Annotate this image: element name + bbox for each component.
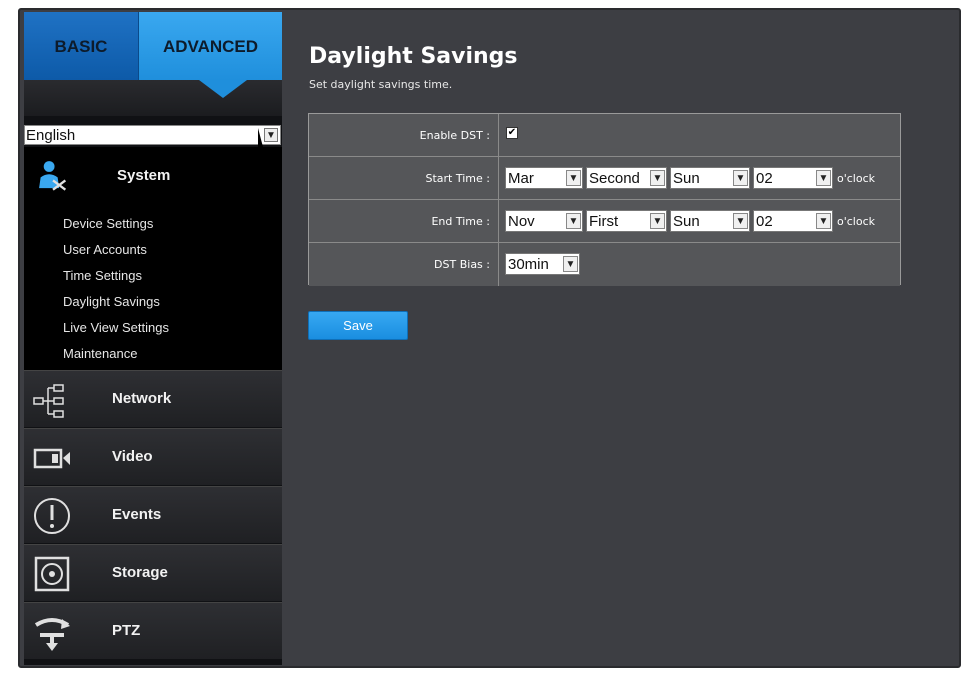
sidebar-label-events: Events — [112, 506, 162, 523]
start-hour-select[interactable]: 02 ▼ — [753, 167, 833, 189]
row-enable-dst: Enable DST : ✔ — [309, 114, 900, 157]
video-camera-icon — [33, 448, 70, 469]
chevron-down-icon: ▼ — [650, 213, 665, 229]
sidebar-item-video[interactable]: Video — [24, 428, 282, 485]
save-button[interactable]: Save — [308, 311, 408, 340]
start-hour-value: 02 — [756, 169, 773, 187]
network-tree-icon — [33, 384, 64, 418]
chevron-down-icon: ▼ — [563, 256, 578, 272]
chevron-down-icon: ▼ — [566, 170, 581, 186]
end-hour-value: 02 — [756, 212, 773, 230]
chevron-down-icon: ▼ — [733, 213, 748, 229]
sidebar-item-storage[interactable]: Storage — [24, 544, 282, 601]
sidebar-item-events[interactable]: Events — [24, 486, 282, 543]
active-section-pointer — [258, 128, 268, 204]
sidebar-item-network[interactable]: Network — [24, 370, 282, 427]
sidebar-label-network: Network — [112, 390, 172, 407]
start-time-label: Start Time : — [309, 157, 499, 199]
chevron-down-icon: ▼ — [650, 170, 665, 186]
chevron-down-icon: ▼ — [733, 170, 748, 186]
chevron-down-icon: ▼ — [566, 213, 581, 229]
storage-disk-icon — [34, 556, 70, 592]
dst-bias-value: 30min — [508, 255, 549, 273]
enable-dst-label: Enable DST : — [309, 114, 499, 156]
page-subtitle: Set daylight savings time. — [309, 78, 453, 91]
alert-circle-icon — [34, 498, 70, 534]
start-day-value: Sun — [673, 169, 700, 187]
pan-tilt-arrows-icon — [34, 618, 70, 651]
chevron-down-icon: ▼ — [816, 170, 831, 186]
start-week-select[interactable]: Second ▼ — [586, 167, 667, 189]
start-month-value: Mar — [508, 169, 534, 187]
start-day-select[interactable]: Sun ▼ — [670, 167, 750, 189]
sidebar: BASIC ADVANCED English ▼ System Device S… — [24, 12, 282, 665]
page-title: Daylight Savings — [309, 44, 518, 69]
language-select[interactable]: English ▼ — [24, 125, 281, 145]
end-month-select[interactable]: Nov ▼ — [505, 210, 583, 232]
submenu-maintenance[interactable]: Maintenance — [63, 346, 137, 361]
start-oclock-label: o'clock — [837, 172, 876, 185]
end-week-value: First — [589, 212, 619, 230]
system-submenu: Device Settings User Accounts Time Setti… — [24, 205, 282, 370]
submenu-device-settings[interactable]: Device Settings — [63, 216, 153, 231]
sidebar-label-ptz: PTZ — [112, 622, 141, 639]
tab-advanced[interactable]: ADVANCED — [139, 12, 282, 80]
end-week-select[interactable]: First ▼ — [586, 210, 667, 232]
sidebar-item-ptz[interactable]: PTZ — [24, 602, 282, 659]
end-day-select[interactable]: Sun ▼ — [670, 210, 750, 232]
row-start-time: Start Time : Mar ▼ Second ▼ Sun ▼ 02 ▼ o… — [309, 157, 900, 200]
dst-bias-label: DST Bias : — [309, 243, 499, 286]
end-month-value: Nov — [508, 212, 535, 230]
sidebar-label-system: System — [117, 167, 171, 184]
end-hour-select[interactable]: 02 ▼ — [753, 210, 833, 232]
active-tab-indicator — [199, 80, 247, 98]
tab-basic[interactable]: BASIC — [24, 12, 139, 80]
sidebar-label-video: Video — [112, 448, 153, 465]
end-day-value: Sun — [673, 212, 700, 230]
sidebar-item-system[interactable]: System — [24, 147, 282, 205]
mode-tabs: BASIC ADVANCED — [24, 12, 282, 80]
end-time-label: End Time : — [309, 200, 499, 242]
chevron-down-icon: ▼ — [816, 213, 831, 229]
start-week-value: Second — [589, 169, 640, 187]
dst-bias-select[interactable]: 30min ▼ — [505, 253, 580, 275]
language-value: English — [26, 126, 76, 144]
row-end-time: End Time : Nov ▼ First ▼ Sun ▼ 02 ▼ o'cl… — [309, 200, 900, 243]
row-dst-bias: DST Bias : 30min ▼ — [309, 243, 900, 286]
submenu-user-accounts[interactable]: User Accounts — [63, 242, 147, 257]
dst-settings-table: Enable DST : ✔ Start Time : Mar ▼ Second… — [308, 113, 901, 286]
submenu-time-settings[interactable]: Time Settings — [63, 268, 142, 283]
submenu-daylight-savings[interactable]: Daylight Savings — [63, 294, 160, 309]
end-oclock-label: o'clock — [837, 215, 876, 228]
enable-dst-checkbox[interactable]: ✔ — [506, 127, 518, 139]
admin-tools-icon — [39, 161, 67, 191]
start-month-select[interactable]: Mar ▼ — [505, 167, 583, 189]
submenu-live-view-settings[interactable]: Live View Settings — [63, 320, 169, 335]
sidebar-label-storage: Storage — [112, 564, 168, 581]
